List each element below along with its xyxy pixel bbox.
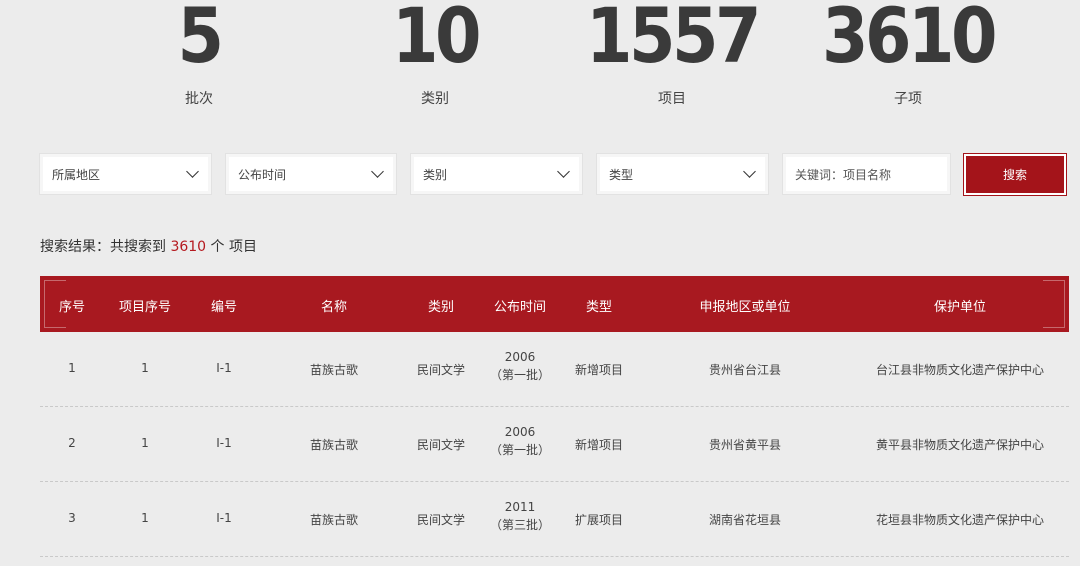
chevron-down-icon: [743, 165, 756, 178]
category-select[interactable]: 类别: [410, 153, 583, 195]
chevron-down-icon: [371, 165, 384, 178]
result-suffix: 个 项目: [210, 239, 257, 255]
search-button[interactable]: 搜索: [963, 153, 1067, 196]
cell-seq: 2: [68, 436, 76, 450]
col-header-unit: 保护单位: [933, 300, 987, 315]
cell-seq: 3: [68, 511, 76, 525]
stat-value: 10: [391, 0, 482, 80]
cell-publish-time: 2006 （第一批）: [490, 348, 550, 384]
cell-unit: 黄平县非物质文化遗产保护中心: [875, 438, 1045, 452]
table-header: 序号 项目序号 编号 名称 类别 公布时间 类型 申报地区或单位 保护单位: [40, 276, 1069, 332]
stat-label: 项目: [658, 91, 686, 107]
cell-project-seq: 1: [141, 361, 149, 375]
stat-value: 5: [177, 0, 224, 80]
table-row[interactable]: 1 1 Ⅰ-1 苗族古歌 民间文学 2006 （第一批） 新增项目 贵州省台江县…: [40, 332, 1069, 407]
cell-category: 民间文学: [416, 513, 466, 527]
cell-unit: 花垣县非物质文化遗产保护中心: [875, 513, 1045, 527]
cell-region: 湖南省花垣县: [708, 513, 782, 527]
cell-name: 苗族古歌: [309, 513, 359, 527]
cell-batch: （第一批）: [489, 368, 551, 382]
stat-label: 子项: [894, 91, 922, 107]
stat-value: 1557: [585, 0, 762, 80]
col-header-region: 申报地区或单位: [699, 300, 791, 315]
cell-code: Ⅰ-1: [216, 511, 232, 525]
chevron-down-icon: [186, 165, 199, 178]
col-header-code: 编号: [210, 300, 238, 315]
col-header-type: 类型: [585, 300, 613, 315]
col-header-publish-time: 公布时间: [493, 300, 547, 315]
search-result-summary: 搜索结果：共搜索到 3610 个 项目: [40, 236, 257, 256]
cell-year: 2011: [504, 500, 536, 514]
cell-unit: 台江县非物质文化遗产保护中心: [875, 363, 1045, 377]
cell-type: 新增项目: [574, 363, 624, 377]
stat-label: 类别: [421, 91, 449, 107]
cell-seq: 1: [68, 361, 76, 375]
type-select-label: 类型: [609, 167, 634, 182]
keyword-input[interactable]: 关键词：项目名称: [782, 153, 951, 195]
cell-name: 苗族古歌: [309, 438, 359, 452]
result-count: 3610: [170, 239, 207, 255]
cell-project-seq: 1: [141, 511, 149, 525]
cell-publish-time: 2011 （第三批）: [490, 498, 550, 534]
col-header-seq: 序号: [58, 300, 86, 315]
cell-region: 贵州省台江县: [708, 363, 782, 377]
cell-project-seq: 1: [141, 436, 149, 450]
cell-name: 苗族古歌: [309, 363, 359, 377]
stat-categories: 10 类别: [335, 0, 535, 108]
result-prefix: 搜索结果：共搜索到: [40, 239, 166, 255]
stat-batches: 5 批次: [99, 0, 299, 108]
table-row[interactable]: 3 1 Ⅰ-1 苗族古歌 民间文学 2011 （第三批） 扩展项目 湖南省花垣县…: [40, 482, 1069, 557]
category-select-label: 类别: [423, 167, 448, 182]
cell-category: 民间文学: [416, 438, 466, 452]
cell-code: Ⅰ-1: [216, 436, 232, 450]
cell-code: Ⅰ-1: [216, 361, 232, 375]
cell-region: 贵州省黄平县: [708, 438, 782, 452]
cell-publish-time: 2006 （第一批）: [490, 423, 550, 459]
publish-time-select-label: 公布时间: [238, 167, 287, 182]
publish-time-select[interactable]: 公布时间: [225, 153, 397, 195]
stat-subitems: 3610 子项: [808, 0, 1008, 108]
cell-category: 民间文学: [416, 363, 466, 377]
col-header-category: 类别: [427, 300, 455, 315]
col-header-project-seq: 项目序号: [118, 300, 172, 315]
cell-year: 2006: [504, 350, 536, 364]
stat-value: 3610: [821, 0, 998, 80]
cell-type: 扩展项目: [574, 513, 624, 527]
stat-label: 批次: [185, 91, 213, 107]
chevron-down-icon: [557, 165, 570, 178]
table-row[interactable]: 2 1 Ⅰ-1 苗族古歌 民间文学 2006 （第一批） 新增项目 贵州省黄平县…: [40, 407, 1069, 482]
keyword-placeholder: 关键词：项目名称: [795, 167, 892, 182]
col-header-name: 名称: [320, 300, 348, 315]
cell-batch: （第一批）: [489, 443, 551, 457]
region-select[interactable]: 所属地区: [39, 153, 212, 195]
stat-projects: 1557 项目: [572, 0, 772, 108]
cell-year: 2006: [504, 425, 536, 439]
cell-type: 新增项目: [574, 438, 624, 452]
ornament-corner: [1043, 280, 1065, 328]
type-select[interactable]: 类型: [596, 153, 769, 195]
cell-batch: （第三批）: [489, 518, 551, 532]
region-select-label: 所属地区: [52, 167, 101, 182]
